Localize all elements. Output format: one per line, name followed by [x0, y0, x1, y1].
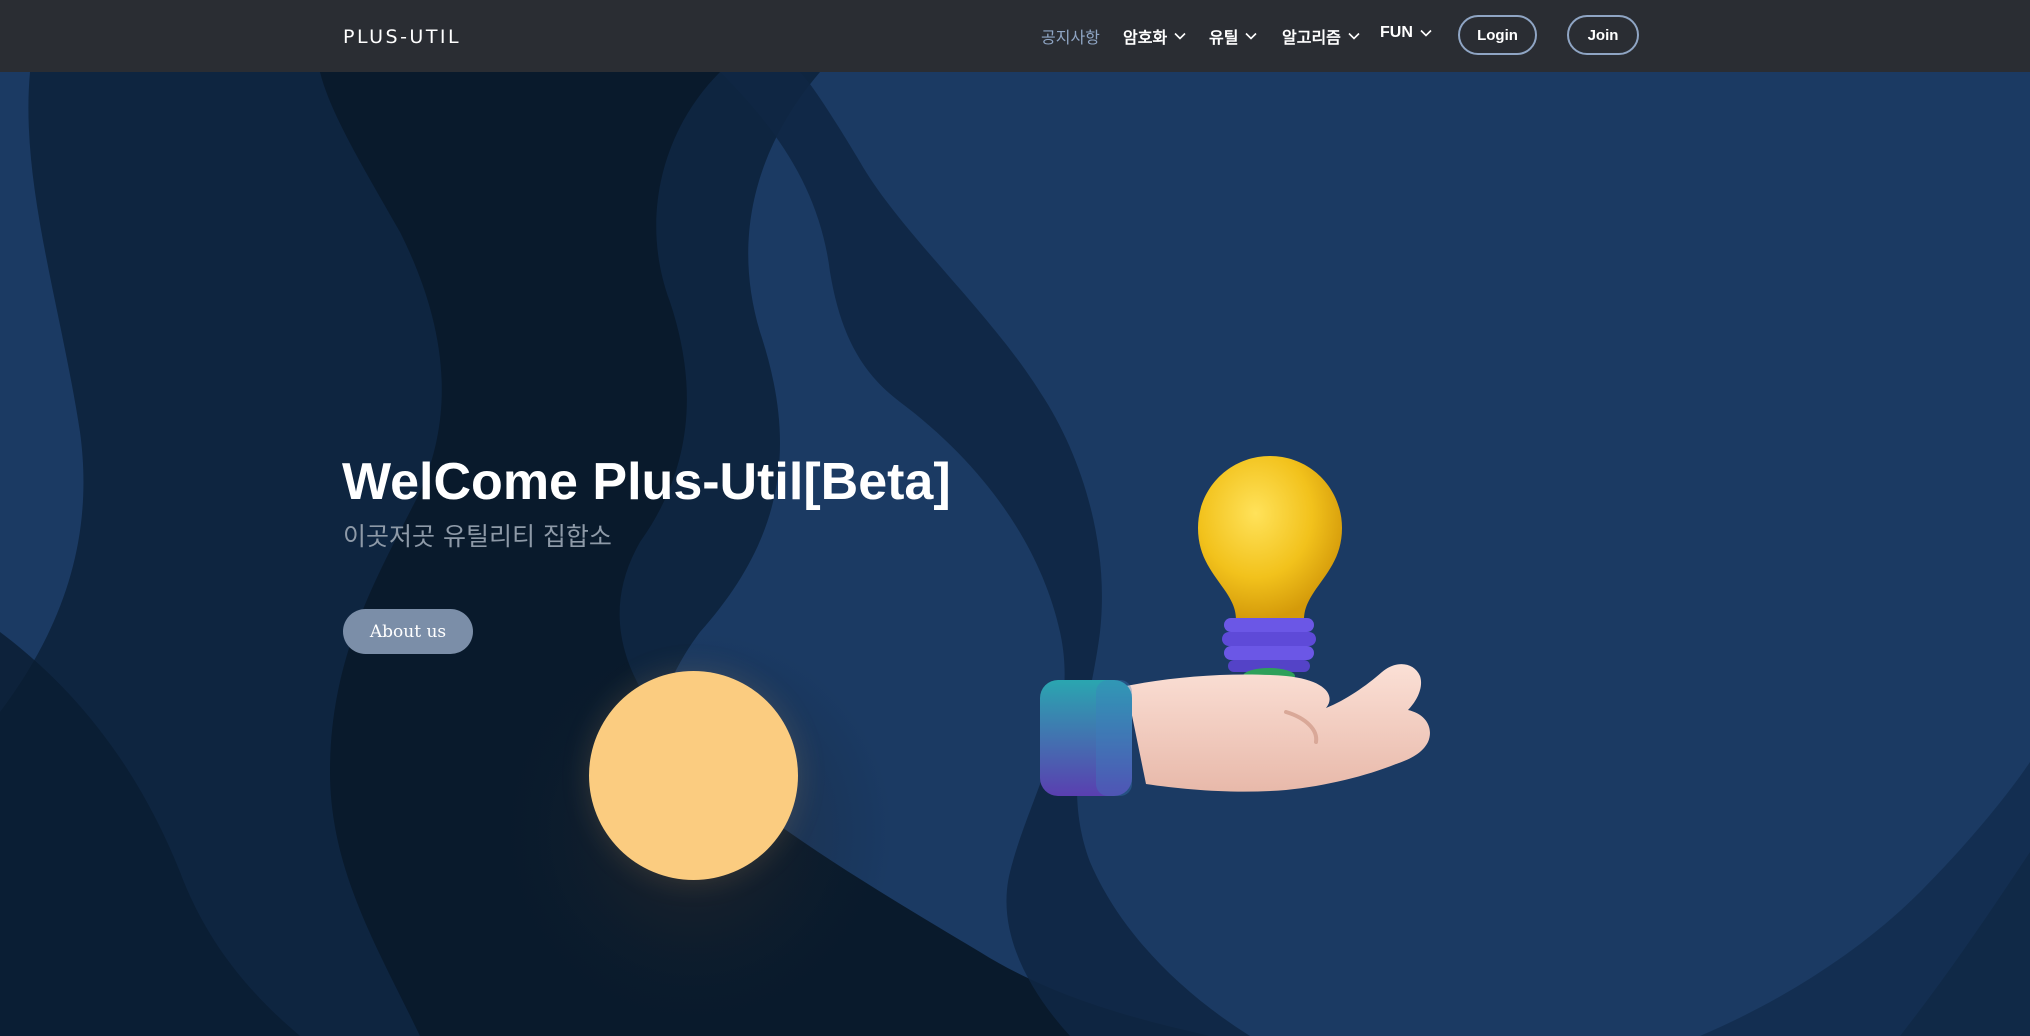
nav-item-label: FUN	[1380, 24, 1413, 41]
nav-item-label: 암호화	[1123, 30, 1168, 47]
chevron-down-icon	[1174, 32, 1186, 40]
top-navbar: PLUS-UTIL 공지사항 암호화 유틸 알고리즘 FUN Login Joi…	[0, 0, 2030, 72]
nav-item-util[interactable]: 유틸	[1209, 24, 1258, 48]
moon-circle	[589, 671, 798, 880]
hero-section	[0, 72, 2030, 1036]
lightbulb-on-hand-illustration	[1040, 456, 1430, 796]
hero-subtitle: 이곳저곳 유틸리티 집합소	[343, 522, 612, 551]
about-us-button[interactable]: About us	[343, 609, 473, 654]
nav-item-label: 알고리즘	[1282, 30, 1341, 47]
nav-item-notice[interactable]: 공지사항	[1041, 24, 1100, 48]
hero-title: WelCome Plus-Util[Beta]	[342, 453, 951, 511]
nav-item-label: 유틸	[1209, 30, 1239, 47]
brand-logo[interactable]: PLUS-UTIL	[343, 26, 461, 48]
nav-item-fun[interactable]: FUN	[1380, 24, 1433, 42]
nav-item-algorithm[interactable]: 알고리즘	[1282, 24, 1361, 48]
nav-item-label: 공지사항	[1041, 30, 1100, 47]
hero-background	[0, 72, 2030, 1036]
nav-item-encryption[interactable]: 암호화	[1123, 24, 1187, 48]
chevron-down-icon	[1245, 32, 1258, 40]
join-button[interactable]: Join	[1567, 15, 1639, 55]
chevron-down-icon	[1420, 29, 1432, 37]
chevron-down-icon	[1348, 32, 1360, 40]
login-button[interactable]: Login	[1458, 15, 1537, 55]
